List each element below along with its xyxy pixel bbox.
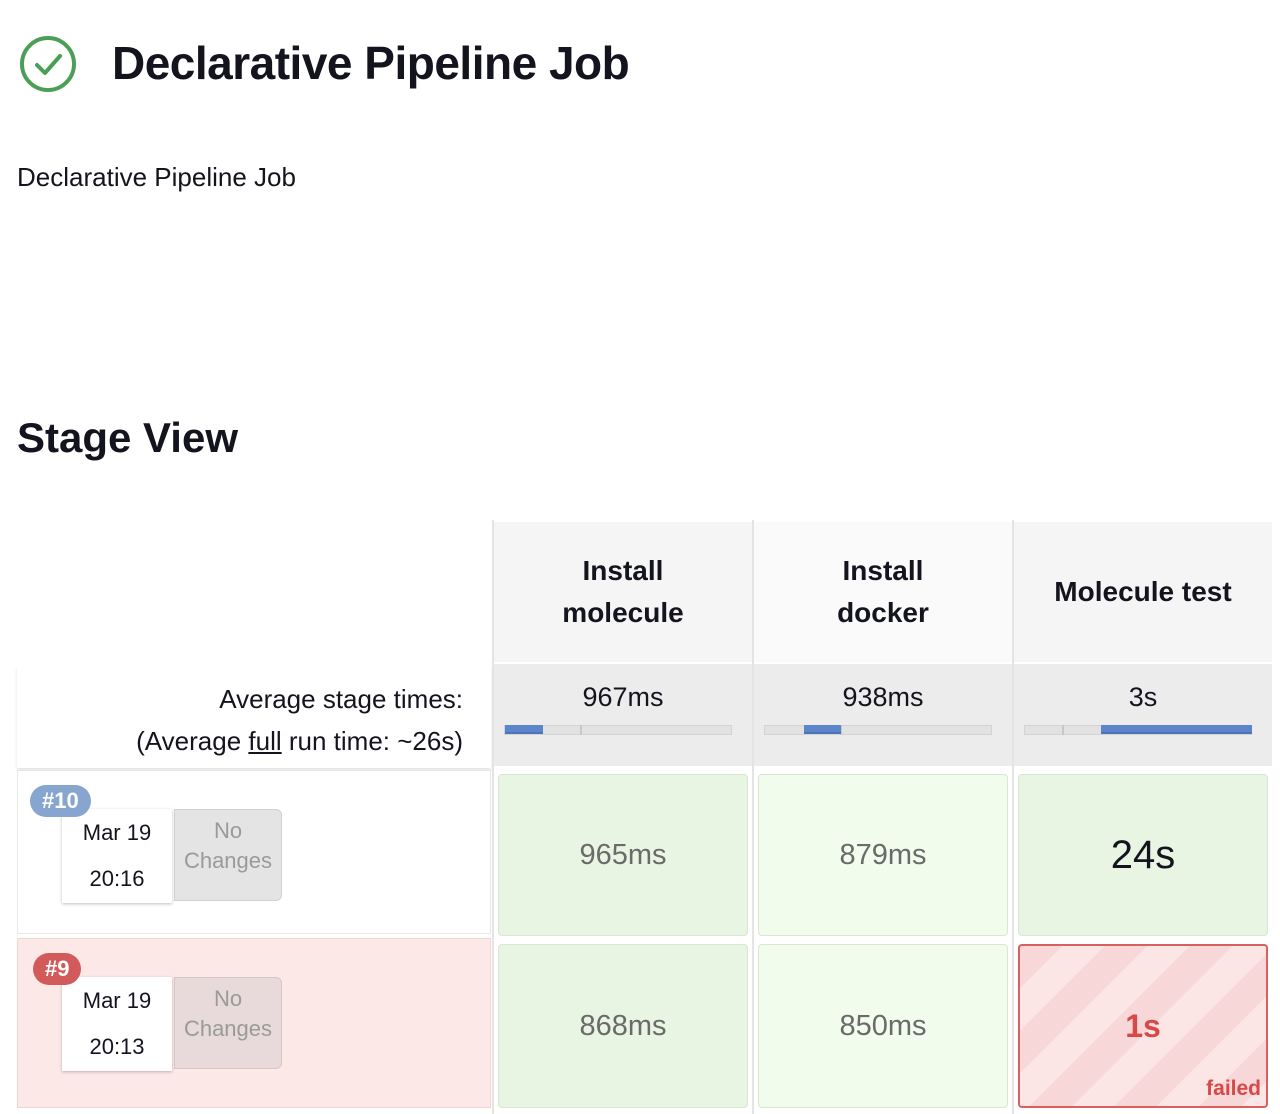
stage-average-install-molecule: 967ms (494, 664, 752, 766)
run-row: Mar 19 20:16 No Changes #10 (17, 770, 491, 934)
average-times-panel: Average stage times: (Average full run t… (17, 666, 491, 768)
stage-view-title: Stage View (17, 414, 238, 461)
run-row-failed: Mar 19 20:13 No Changes #9 (17, 938, 491, 1108)
stage-average-bar-fill (804, 725, 841, 734)
check-circle-icon (20, 36, 76, 92)
average-full-run-time: (Average full run time: ~26s) (136, 726, 463, 756)
run-date: Mar 19 (82, 988, 152, 1013)
stage-average-molecule-test: 3s (1014, 664, 1272, 766)
run-number-badge[interactable]: #10 (30, 785, 91, 817)
page-title: Declarative Pipeline Job (112, 37, 630, 89)
stage-average-install-docker: 938ms (754, 664, 1012, 766)
run-changes[interactable]: No Changes (174, 977, 282, 1069)
stage-average-bar (764, 725, 992, 735)
stage-average-bar-fill (1101, 725, 1252, 734)
stage-average-value: 967ms (582, 682, 664, 712)
stage-header-install-molecule[interactable]: Install molecule (494, 522, 752, 662)
run-date-card[interactable]: Mar 19 20:13 (62, 977, 172, 1071)
stage-header-molecule-test[interactable]: Molecule test (1014, 522, 1272, 662)
stage-average-value: 938ms (842, 682, 924, 712)
stage-average-bar-fill (505, 725, 543, 734)
failed-label: failed (1206, 1077, 1261, 1100)
stage-cell[interactable]: 850ms (758, 944, 1008, 1108)
stage-average-value: 3s (1128, 682, 1158, 712)
run-time: 20:13 (89, 1034, 145, 1059)
run-date-card[interactable]: Mar 19 20:16 (62, 809, 172, 903)
job-description: Declarative Pipeline Job (17, 162, 296, 192)
average-stage-times-label: Average stage times: (219, 684, 463, 714)
stage-header-install-docker[interactable]: Install docker (754, 522, 1012, 662)
stage-cell[interactable]: 965ms (498, 774, 748, 936)
bar-marker (580, 725, 582, 735)
run-number-badge[interactable]: #9 (33, 953, 82, 985)
run-changes[interactable]: No Changes (174, 809, 282, 901)
full-run-link[interactable]: full (248, 726, 281, 756)
stage-cell-failed[interactable]: 1s failed (1018, 944, 1268, 1108)
run-time: 20:16 (89, 866, 145, 891)
stage-cell-duration: 1s (1125, 1007, 1161, 1044)
run-date: Mar 19 (82, 820, 152, 845)
bar-marker (1062, 725, 1064, 735)
stage-cell[interactable]: 868ms (498, 944, 748, 1108)
stage-cell[interactable]: 24s (1018, 774, 1268, 936)
stage-cell[interactable]: 879ms (758, 774, 1008, 936)
